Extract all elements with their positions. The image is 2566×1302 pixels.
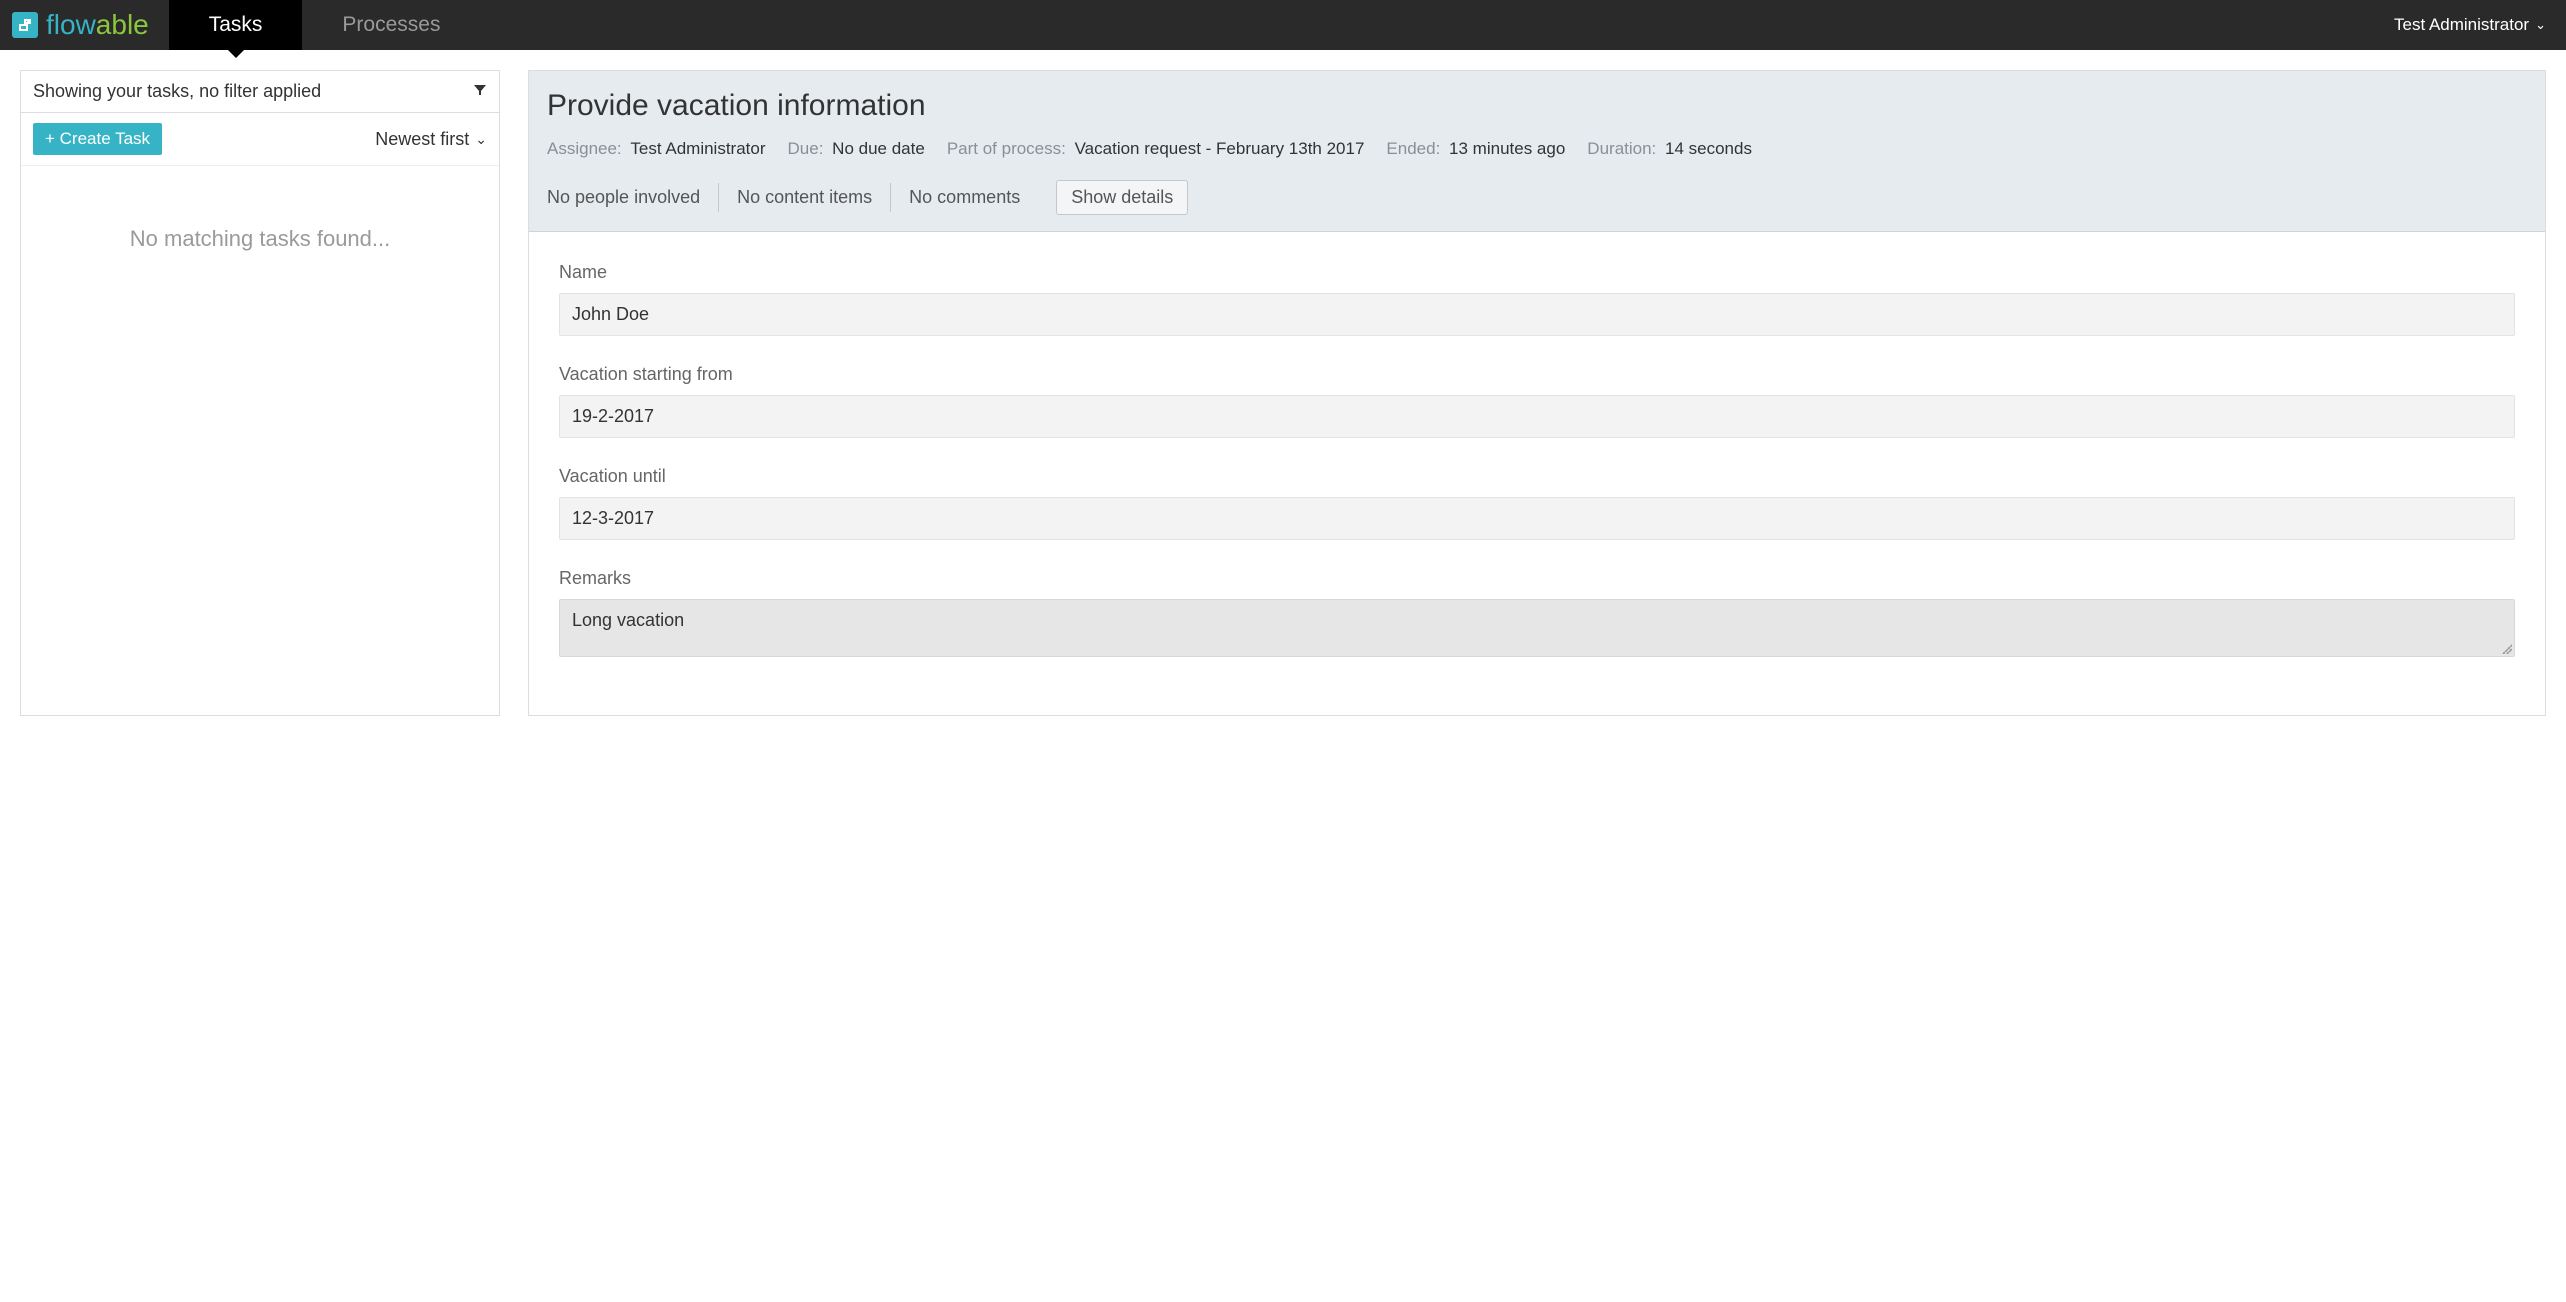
nav-tabs: Tasks Processes [169,0,481,50]
actions-row: + Create Task Newest first ⌄ [21,113,499,166]
logo-icon [12,12,38,38]
nav-tab-processes[interactable]: Processes [302,0,480,50]
logo-text-able: able [96,9,149,41]
nav-user-name: Test Administrator [2394,15,2529,35]
chevron-down-icon: ⌄ [475,131,487,148]
create-task-button[interactable]: + Create Task [33,123,162,155]
remarks-value: Long vacation [559,599,2515,657]
empty-task-list-message: No matching tasks found... [21,166,499,312]
nav-tab-tasks[interactable]: Tasks [169,0,303,50]
until-label: Vacation until [559,466,2515,487]
sort-label: Newest first [375,129,469,150]
meta-process: Part of process: Vacation request - Febr… [947,135,1365,164]
logo[interactable]: flowable [0,0,169,50]
name-value: John Doe [559,293,2515,336]
start-value: 19-2-2017 [559,395,2515,438]
task-list-panel: Showing your tasks, no filter applied + … [20,70,500,716]
sort-selector[interactable]: Newest first ⌄ [375,129,487,150]
meta-ended: Ended: 13 minutes ago [1386,135,1565,164]
info-comments[interactable]: No comments [891,183,1038,212]
form-group-name: Name John Doe [559,262,2515,336]
task-form: Name John Doe Vacation starting from 19-… [529,232,2545,715]
logo-text-flow: flow [46,9,96,41]
remarks-label: Remarks [559,568,2515,589]
task-title: Provide vacation information [547,89,2527,123]
info-content[interactable]: No content items [719,183,891,212]
filter-row: Showing your tasks, no filter applied [21,71,499,113]
form-group-remarks: Remarks Long vacation [559,568,2515,657]
chevron-down-icon: ⌄ [2535,17,2546,33]
content: Showing your tasks, no filter applied + … [0,50,2566,736]
show-details-button[interactable]: Show details [1056,180,1188,215]
task-meta: Assignee: Test Administrator Due: No due… [547,135,2527,164]
navbar: flowable Tasks Processes Test Administra… [0,0,2566,50]
task-header: Provide vacation information Assignee: T… [529,71,2545,232]
meta-duration: Duration: 14 seconds [1587,135,1752,164]
start-label: Vacation starting from [559,364,2515,385]
task-detail-panel: Provide vacation information Assignee: T… [528,70,2546,716]
name-label: Name [559,262,2515,283]
until-value: 12-3-2017 [559,497,2515,540]
meta-due: Due: No due date [788,135,925,164]
form-group-until: Vacation until 12-3-2017 [559,466,2515,540]
form-group-start: Vacation starting from 19-2-2017 [559,364,2515,438]
info-people[interactable]: No people involved [547,183,719,212]
filter-description: Showing your tasks, no filter applied [33,81,321,102]
filter-icon[interactable] [473,83,487,100]
nav-user-menu[interactable]: Test Administrator ⌄ [2374,0,2566,50]
meta-assignee: Assignee: Test Administrator [547,135,766,164]
task-info-row: No people involved No content items No c… [547,180,2527,215]
